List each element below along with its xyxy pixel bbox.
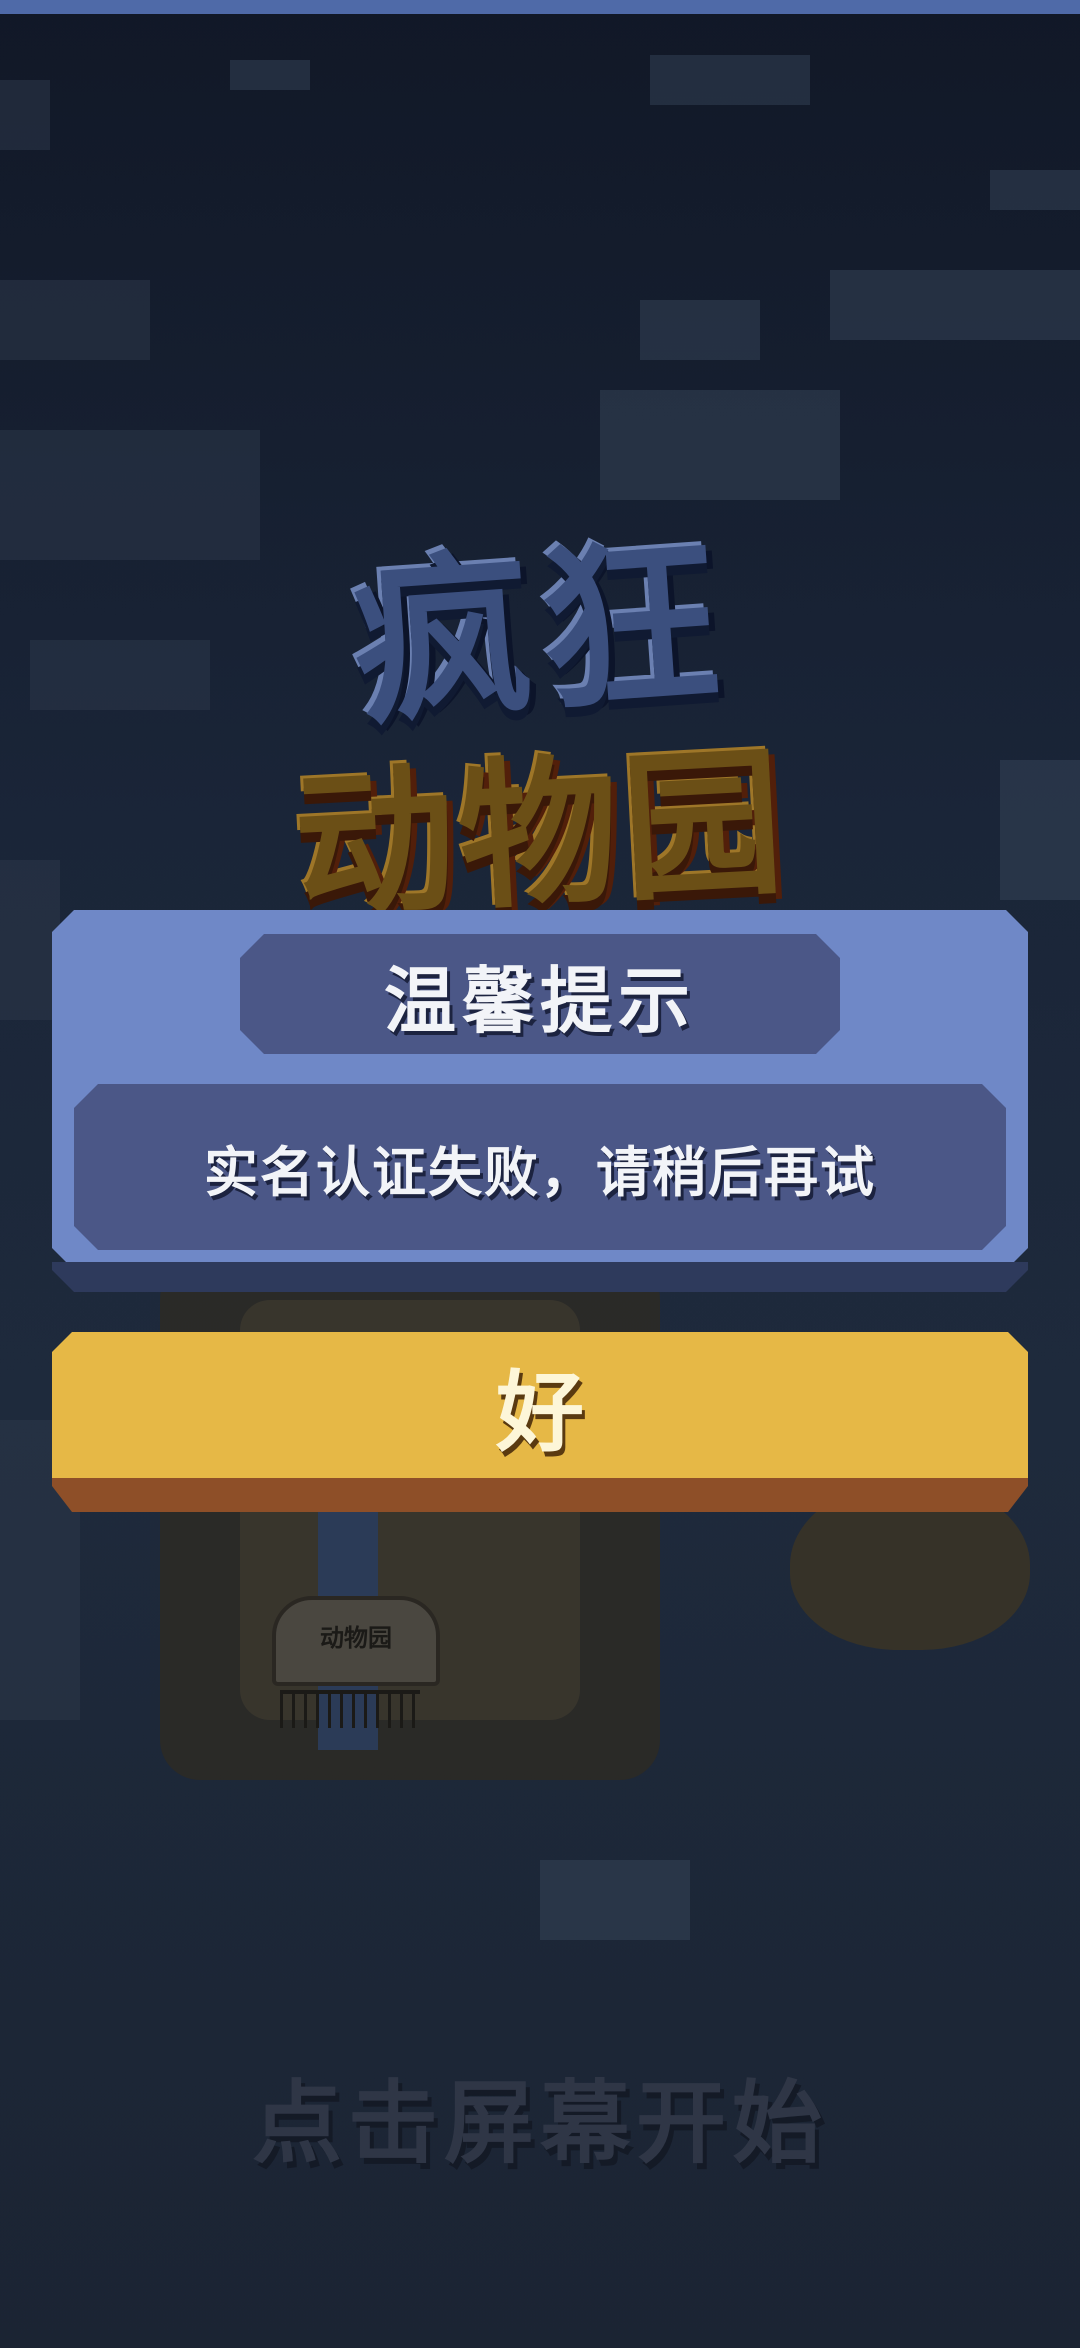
dialog-title: 温馨提示	[383, 958, 696, 1043]
zoo-sign: 动物园	[272, 1596, 440, 1686]
dialog-title-bar: 温馨提示	[240, 934, 840, 1054]
bg-block	[230, 60, 310, 90]
zoo-sign-text: 动物园	[320, 1624, 392, 1652]
dialog-message-box: 实名认证失败，请稍后再试	[74, 1084, 1006, 1250]
tap-to-start-text[interactable]: 点击屏幕开始	[0, 2050, 1080, 2180]
ok-button-label: 好	[495, 1360, 584, 1464]
bg-block	[0, 280, 150, 360]
dialog-message: 实名认证失败，请稍后再试	[204, 1140, 876, 1204]
ok-button-face[interactable]: 好	[52, 1332, 1028, 1478]
top-status-strip	[0, 0, 1080, 14]
bg-block	[830, 270, 1080, 340]
ok-button[interactable]: 好	[52, 1332, 1028, 1512]
bg-block	[650, 55, 810, 105]
bg-block	[640, 300, 760, 360]
bg-block	[540, 1860, 690, 1940]
bg-block	[0, 80, 50, 150]
alert-dialog-shadow	[52, 1262, 1028, 1292]
bg-block	[990, 170, 1080, 210]
zoo-fence	[280, 1690, 420, 1728]
ok-button-base	[52, 1478, 1028, 1512]
